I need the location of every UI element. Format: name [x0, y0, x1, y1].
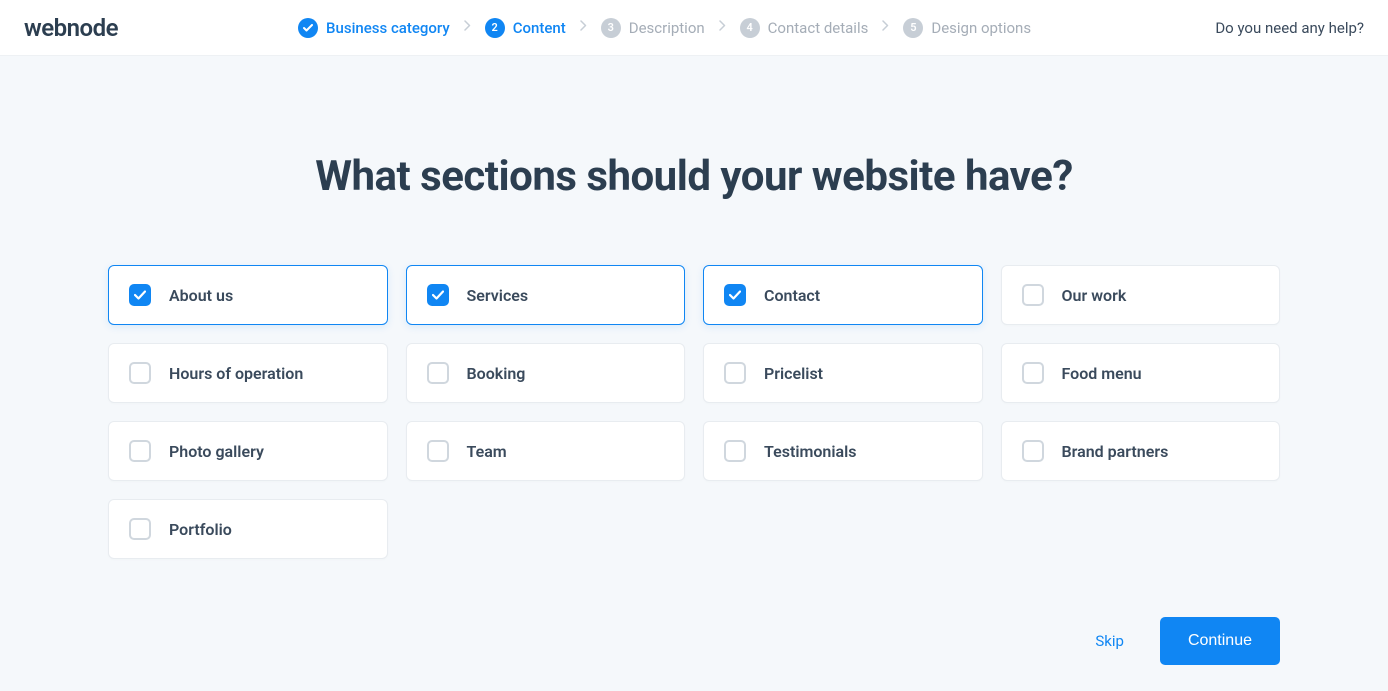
options-grid: About us Services Contact Our work Hours of …: [108, 265, 1280, 559]
option-label: Hours of operation: [169, 364, 303, 383]
chevron-right-icon: [719, 20, 726, 35]
option-label: Pricelist: [764, 364, 823, 383]
option-card[interactable]: Photo gallery: [108, 421, 388, 481]
checkbox[interactable]: [724, 362, 746, 384]
checkbox[interactable]: [724, 284, 746, 306]
skip-link[interactable]: Skip: [1095, 632, 1124, 650]
check-icon: [134, 290, 146, 300]
option-card[interactable]: Pricelist: [703, 343, 983, 403]
option-card[interactable]: Portfolio: [108, 499, 388, 559]
option-card[interactable]: Team: [406, 421, 686, 481]
header: webnode Business category 2 Content 3 Descri…: [0, 0, 1388, 56]
option-label: Contact: [764, 286, 820, 305]
checkbox[interactable]: [427, 440, 449, 462]
step-number-badge: 4: [740, 18, 760, 38]
check-icon: [729, 290, 741, 300]
option-card[interactable]: Contact: [703, 265, 983, 325]
checkbox[interactable]: [129, 284, 151, 306]
step-5[interactable]: 5 Design options: [903, 18, 1031, 38]
step-number-badge: 5: [903, 18, 923, 38]
step-3[interactable]: 3 Description: [601, 18, 705, 38]
step-number-badge: 3: [601, 18, 621, 38]
option-label: Our work: [1062, 286, 1127, 305]
option-label: Team: [467, 442, 507, 461]
page-title: What sections should your website have?: [108, 152, 1280, 201]
chevron-right-icon: [882, 20, 889, 35]
option-card[interactable]: Testimonials: [703, 421, 983, 481]
option-card[interactable]: Food menu: [1001, 343, 1281, 403]
step-2[interactable]: 2 Content: [485, 18, 566, 38]
option-label: Testimonials: [764, 442, 857, 461]
option-label: Brand partners: [1062, 442, 1169, 461]
checkbox[interactable]: [1022, 362, 1044, 384]
step-1[interactable]: Business category: [298, 18, 450, 38]
option-card[interactable]: Our work: [1001, 265, 1281, 325]
main-content: What sections should your website have? …: [0, 56, 1388, 559]
chevron-right-icon: [580, 20, 587, 35]
check-icon: [432, 290, 444, 300]
check-icon: [298, 18, 318, 38]
option-label: Booking: [467, 364, 526, 383]
option-label: Services: [467, 286, 529, 305]
checkbox[interactable]: [129, 362, 151, 384]
option-label: Food menu: [1062, 364, 1142, 383]
chevron-right-icon: [464, 20, 471, 35]
option-card[interactable]: Brand partners: [1001, 421, 1281, 481]
option-label: Portfolio: [169, 520, 232, 539]
checkbox[interactable]: [129, 440, 151, 462]
step-label: Content: [513, 19, 566, 37]
step-label: Design options: [931, 19, 1031, 37]
step-label: Business category: [326, 19, 450, 37]
option-card[interactable]: Booking: [406, 343, 686, 403]
option-card[interactable]: Hours of operation: [108, 343, 388, 403]
checkbox[interactable]: [427, 284, 449, 306]
footer-actions: Skip Continue: [1095, 617, 1280, 665]
steps-breadcrumb: Business category 2 Content 3 Description 4 Co…: [298, 18, 1031, 38]
option-label: About us: [169, 286, 233, 305]
checkbox[interactable]: [129, 518, 151, 540]
checkbox[interactable]: [427, 362, 449, 384]
checkbox[interactable]: [1022, 284, 1044, 306]
checkbox[interactable]: [724, 440, 746, 462]
help-link[interactable]: Do you need any help?: [1215, 19, 1364, 37]
option-card[interactable]: About us: [108, 265, 388, 325]
step-number-badge: 2: [485, 18, 505, 38]
option-card[interactable]: Services: [406, 265, 686, 325]
step-label: Contact details: [768, 19, 869, 37]
logo: webnode: [24, 14, 118, 42]
option-label: Photo gallery: [169, 442, 264, 461]
step-label: Description: [629, 19, 705, 37]
continue-button[interactable]: Continue: [1160, 617, 1280, 665]
checkbox[interactable]: [1022, 440, 1044, 462]
step-4[interactable]: 4 Contact details: [740, 18, 869, 38]
